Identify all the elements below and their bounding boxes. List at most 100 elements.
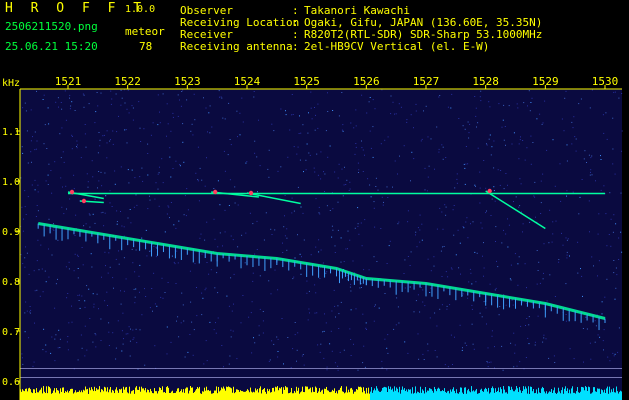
noise-speck (95, 111, 97, 113)
power-bar (471, 386, 472, 400)
noise-speck (224, 231, 226, 233)
noise-speck (552, 221, 554, 223)
power-bar (296, 386, 297, 400)
noise-speck (259, 275, 261, 277)
power-bar (289, 393, 290, 400)
noise-speck (553, 355, 555, 357)
info-value-antenna: 2el-HB9CV Vertical (el. E-W) (304, 40, 490, 53)
power-bar (46, 386, 47, 400)
power-bar (520, 390, 521, 400)
noise-speck (503, 104, 505, 106)
power-bar (63, 387, 64, 400)
power-bar (213, 393, 214, 400)
power-bar (565, 386, 566, 400)
noise-speck (52, 228, 54, 230)
noise-speck (338, 313, 340, 315)
power-bar (85, 386, 86, 400)
noise-speck (348, 190, 350, 191)
power-bar (225, 390, 226, 400)
noise-speck (375, 186, 377, 187)
power-bar (572, 386, 573, 400)
noise-speck (499, 306, 501, 307)
noise-speck (343, 261, 345, 262)
noise-speck (409, 265, 411, 266)
noise-speck (182, 89, 184, 91)
noise-speck (219, 232, 221, 234)
power-bar (560, 393, 561, 400)
noise-speck (456, 173, 458, 175)
power-bar (501, 389, 502, 400)
power-bar (466, 393, 467, 400)
noise-speck (471, 283, 473, 285)
noise-speck (483, 275, 484, 277)
noise-speck (74, 110, 76, 111)
noise-speck (233, 303, 234, 305)
noise-speck (361, 147, 363, 149)
noise-speck (486, 143, 487, 145)
noise-speck (325, 272, 327, 274)
noise-speck (410, 251, 412, 253)
noise-speck (175, 160, 177, 162)
noise-speck (406, 119, 408, 121)
power-bar (156, 391, 157, 400)
noise-speck (303, 364, 305, 366)
power-bar (425, 387, 426, 400)
noise-speck (342, 130, 344, 132)
noise-speck (597, 334, 599, 336)
noise-speck (251, 301, 253, 303)
power-bar (410, 389, 411, 400)
power-bar (328, 390, 329, 400)
noise-speck (34, 322, 35, 324)
noise-speck (132, 107, 134, 109)
noise-speck (73, 188, 75, 190)
noise-speck (425, 105, 427, 107)
noise-speck (605, 213, 607, 215)
noise-speck (230, 235, 232, 237)
power-bar (514, 391, 515, 400)
power-bar (207, 390, 208, 400)
noise-speck (318, 251, 320, 253)
noise-speck (420, 287, 422, 288)
power-bar (142, 388, 143, 400)
header-panel: H R O F F T 1.0.0 2506211520.png 25.06.2… (0, 0, 629, 73)
noise-speck (187, 209, 189, 211)
noise-speck (130, 222, 132, 224)
power-bar (590, 393, 591, 400)
noise-speck (281, 318, 283, 319)
noise-speck (43, 94, 45, 96)
noise-speck (120, 89, 122, 91)
noise-speck (334, 252, 336, 253)
noise-speck (404, 341, 406, 343)
noise-speck (214, 287, 216, 289)
noise-speck (291, 212, 293, 214)
noise-speck (42, 291, 44, 293)
noise-speck (102, 211, 104, 213)
noise-speck (308, 112, 309, 114)
power-bar (536, 389, 537, 400)
noise-speck (202, 297, 204, 299)
noise-speck (142, 180, 144, 182)
power-bar (377, 388, 378, 400)
noise-speck (527, 337, 529, 339)
noise-speck (618, 259, 620, 260)
power-bar (542, 386, 543, 400)
power-bar (482, 391, 483, 400)
power-bar (551, 388, 552, 400)
noise-speck (590, 171, 591, 173)
noise-speck (539, 282, 541, 284)
noise-speck (397, 173, 398, 175)
power-bar (448, 390, 449, 400)
noise-speck (111, 206, 113, 207)
noise-speck (204, 289, 206, 291)
power-bar (619, 391, 620, 400)
power-bar (465, 387, 466, 400)
noise-speck (469, 123, 471, 125)
noise-speck (384, 293, 386, 294)
power-bar (420, 386, 421, 400)
noise-speck (465, 221, 467, 223)
power-bar (297, 390, 298, 400)
noise-speck (520, 136, 521, 138)
noise-speck (463, 163, 465, 165)
noise-speck (468, 281, 470, 283)
power-bar (103, 391, 104, 400)
